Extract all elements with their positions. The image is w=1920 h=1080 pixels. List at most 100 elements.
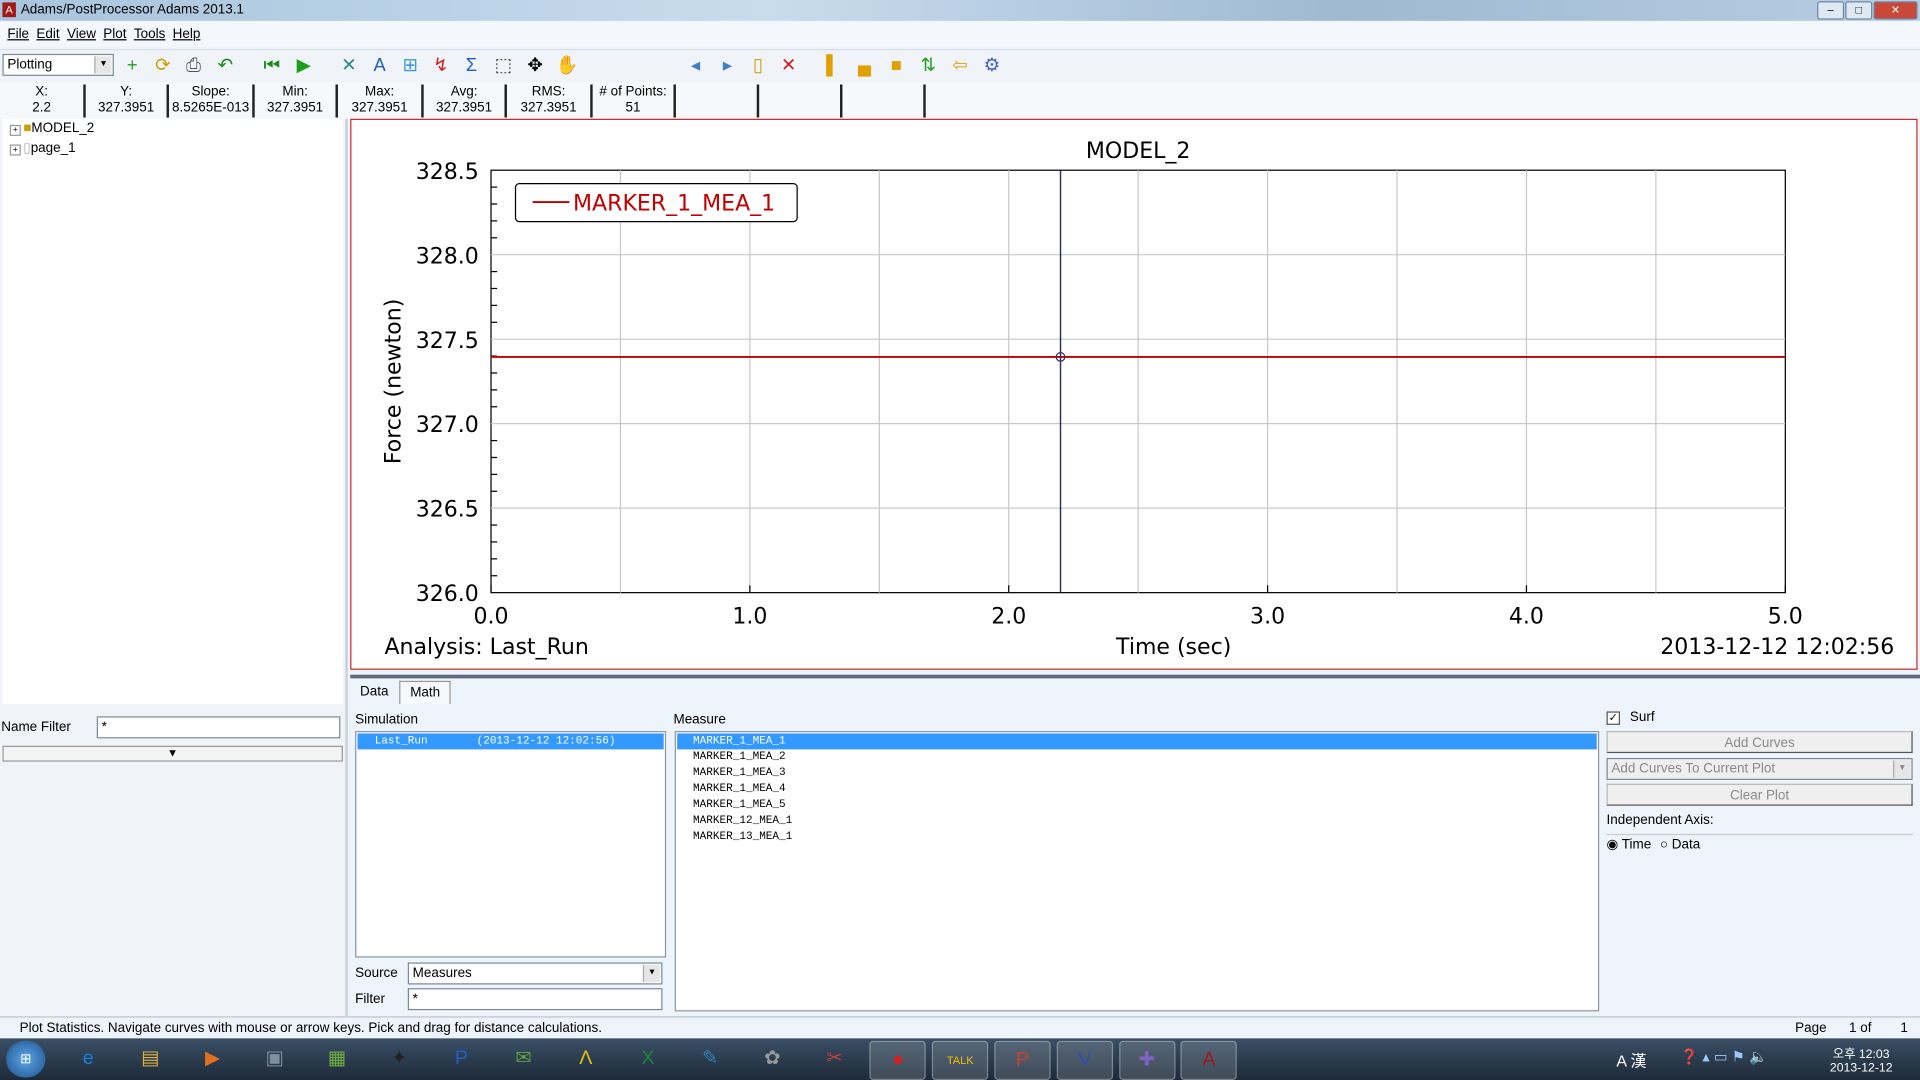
surf-checkbox[interactable]: ✓ Surf (1606, 710, 1655, 725)
tray-ime[interactable]: A 漢 (1616, 1048, 1646, 1071)
media-player-icon[interactable]: ▶ (186, 1041, 240, 1078)
folder-icon[interactable]: ▤ (123, 1041, 177, 1078)
independent-axis-group: ◉ Time ○ Data (1606, 833, 1913, 855)
y-tick-label: 326.0 (416, 582, 479, 607)
window-icon[interactable]: ▣ (248, 1041, 302, 1078)
list-item[interactable]: MARKER_1_MEA_4 (677, 781, 1597, 797)
excel-icon[interactable]: X (621, 1041, 675, 1078)
list-item[interactable]: MARKER_13_MEA_1 (677, 829, 1597, 845)
menu-plot[interactable]: Plot (103, 27, 126, 42)
settings-gear-icon[interactable]: ⚙ (980, 55, 1004, 77)
stat-label: Max: (364, 84, 395, 100)
adams-icon[interactable]: A (1180, 1040, 1238, 1080)
app-icon[interactable]: ▦ (310, 1041, 364, 1078)
app-icon[interactable]: ● (869, 1040, 927, 1080)
measure-list[interactable]: MARKER_1_MEA_1 MARKER_1_MEA_2 MARKER_1_MEA… (674, 731, 1600, 1012)
expand-panel-button[interactable]: ▼ (2, 745, 343, 762)
prev-page-icon[interactable]: ◂ (683, 55, 707, 77)
visio-icon[interactable]: V (1056, 1040, 1113, 1080)
mode-select[interactable]: Plotting ▼ (2, 53, 114, 76)
app-icon[interactable]: ✚ (1118, 1040, 1176, 1080)
tree-item-model[interactable]: + ■MODEL_2 (9, 121, 95, 136)
play-icon[interactable]: ▶ (291, 55, 315, 77)
clear-plot-button[interactable]: Clear Plot (1606, 783, 1913, 806)
tools-icon[interactable]: ✕ (337, 55, 361, 77)
next-page-icon[interactable]: ▸ (715, 55, 739, 77)
app-icon[interactable]: P (434, 1041, 488, 1078)
stat-label: Min: (282, 84, 308, 100)
model-icon: ■ (23, 121, 32, 136)
fit-icon[interactable]: ✥ (523, 55, 547, 77)
tree-view: + ■MODEL_2 + ▯page_1 (2, 118, 343, 705)
list-item[interactable]: MARKER_1_MEA_3 (677, 765, 1597, 781)
radio-data[interactable]: ○ Data (1660, 838, 1700, 853)
list-item[interactable]: MARKER_12_MEA_1 (677, 813, 1597, 829)
stat-value: 327.3951 (435, 100, 493, 116)
text-icon[interactable]: A (367, 55, 391, 77)
expand-icon[interactable]: + (9, 124, 21, 136)
layout-left-icon[interactable]: ▌ (820, 55, 844, 77)
zoom-box-icon[interactable]: ⬚ (491, 55, 515, 77)
sigma-icon[interactable]: Σ (459, 55, 483, 77)
expand-icon[interactable]: + (9, 144, 21, 156)
delete-page-icon[interactable]: ✕ (776, 55, 800, 77)
powerpoint-icon[interactable]: P (994, 1040, 1051, 1080)
list-item[interactable]: MARKER_1_MEA_2 (677, 749, 1597, 765)
list-item[interactable]: Last_Run (2013-12-12 12:02:56) (357, 733, 664, 750)
app-icon[interactable]: Λ (559, 1041, 613, 1078)
start-button[interactable]: ⊞ (6, 1040, 46, 1078)
name-filter-input[interactable]: * (96, 716, 341, 739)
measure-label: Measure (673, 712, 726, 728)
stat-cell (842, 84, 926, 118)
list-item[interactable]: MARKER_1_MEA_5 (677, 797, 1597, 813)
grid-icon[interactable]: ⊞ (398, 55, 422, 77)
curve-edit-icon[interactable]: ↯ (429, 55, 453, 77)
layout-bottom-icon[interactable]: ▄ (852, 55, 876, 77)
app-icon[interactable]: ✎ (683, 1041, 737, 1078)
add-curves-button[interactable]: Add Curves (1606, 731, 1913, 754)
stat-cell (759, 84, 843, 118)
tab-math[interactable]: Math (399, 680, 452, 705)
app-icon[interactable]: ✦ (372, 1041, 426, 1078)
menu-help[interactable]: Help (173, 27, 201, 42)
simulation-list[interactable]: Last_Run (2013-12-12 12:02:56) (355, 731, 667, 958)
clock[interactable]: 오후 12:03 2013-12-12 (1824, 1043, 1897, 1075)
menu-edit[interactable]: Edit (36, 27, 59, 42)
source-select[interactable]: Measures ▼ (407, 962, 663, 985)
swap-icon[interactable]: ⇅ (916, 55, 940, 77)
layout-full-icon[interactable]: ■ (884, 55, 908, 77)
talk-icon[interactable]: TALK (932, 1040, 989, 1080)
chart: 0.0 1.0 2.0 3.0 4.0 5.0 326.0 326.5 327.0 327.5 32… (381, 139, 1894, 660)
plot-area[interactable]: 0.0 1.0 2.0 3.0 4.0 5.0 326.0 326.5 327.0 327.5 32… (350, 118, 1918, 670)
browser-icon[interactable]: e (61, 1041, 115, 1078)
refresh-icon[interactable]: ⟳ (151, 55, 175, 77)
maximize-button[interactable]: □ (1845, 1, 1873, 20)
pan-hand-icon[interactable]: ✋ (555, 55, 579, 77)
radio-time[interactable]: ◉ Time (1607, 838, 1652, 853)
app-icon[interactable]: ✉ (497, 1041, 551, 1078)
page-label: Page (1795, 1021, 1827, 1036)
chevron-down-icon: ▼ (94, 56, 112, 74)
app-icon[interactable]: ✂ (808, 1041, 862, 1078)
new-blank-page-icon[interactable]: ▯ (746, 55, 770, 77)
stat-value: 327.3951 (98, 100, 155, 116)
minimize-button[interactable]: – (1817, 1, 1845, 20)
undo-icon[interactable]: ↶ (213, 55, 237, 77)
x-tick-label: 4.0 (1509, 604, 1544, 629)
menu-tools[interactable]: Tools (134, 27, 165, 42)
close-button[interactable]: ✕ (1873, 1, 1918, 20)
print-icon[interactable]: ⎙ (181, 55, 205, 77)
rewind-icon[interactable]: ⏮ (260, 55, 284, 77)
filter-input[interactable]: * (407, 988, 663, 1011)
list-item[interactable]: MARKER_1_MEA_1 (677, 733, 1597, 750)
new-page-icon[interactable]: + (120, 55, 144, 77)
plot-statistics-bar: X: 2.2 Y: 327.3951 Slope: 8.5265E-013 Min: 327.… (0, 82, 1920, 119)
menu-file[interactable]: File (7, 27, 29, 42)
tree-item-page[interactable]: + ▯page_1 (9, 140, 76, 156)
import-icon[interactable]: ⇦ (948, 55, 972, 77)
menu-view[interactable]: View (67, 27, 96, 42)
toolbar: Plotting ▼ + ⟳ ⎙ ↶ ⏮ ▶ ✕ A ⊞ ↯ Σ ⬚ ✥ ✋ ◂ ▸ ▯ ✕ ▌ ▄ ■ ⇅ ⇦ ⚙ (0, 48, 1920, 83)
tab-data[interactable]: Data (350, 680, 399, 703)
app-icon[interactable]: ✿ (745, 1041, 799, 1078)
add-mode-select[interactable]: Add Curves To Current Plot ▼ (1606, 757, 1913, 781)
